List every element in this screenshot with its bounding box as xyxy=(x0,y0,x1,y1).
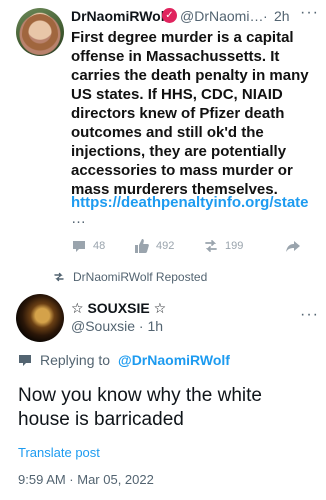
post-time[interactable]: 2h xyxy=(274,8,290,24)
reply-text: Now you know why the white house is barr… xyxy=(18,385,262,430)
repost-icon xyxy=(205,240,217,252)
reposted-by-label: DrNaomiRWolf Reposted xyxy=(73,270,208,284)
thumbs-up-icon xyxy=(135,239,149,253)
reply-count: 48 xyxy=(93,240,106,252)
repost-count: 199 xyxy=(225,240,244,252)
truncation-ellipsis: … xyxy=(71,210,86,227)
reposted-by-line[interactable]: DrNaomiRWolf Reposted xyxy=(53,270,207,284)
repost-button[interactable]: 199 xyxy=(203,238,243,254)
reply-author-handle[interactable]: @Souxsie · 1h xyxy=(71,318,163,334)
separator-dot: · xyxy=(263,8,268,24)
reply-icon xyxy=(19,355,31,366)
replying-to-line: Replying to @DrNaomiRWolf xyxy=(18,352,230,368)
author-handle[interactable]: @DrNaomi… xyxy=(180,8,263,24)
more-options-icon[interactable]: ··· xyxy=(300,4,319,22)
like-count: 492 xyxy=(156,240,175,252)
share-button[interactable] xyxy=(285,238,301,254)
translate-post-link[interactable]: Translate post xyxy=(18,445,100,460)
like-button[interactable]: 492 xyxy=(134,238,174,254)
verified-badge-icon: ✓ xyxy=(162,8,177,23)
author-avatar[interactable] xyxy=(16,8,64,56)
reply-icon xyxy=(73,241,85,252)
reply-author-name[interactable]: ☆ SOUXSIE ☆ xyxy=(71,300,166,317)
share-arrow-icon xyxy=(286,241,300,252)
reply-button[interactable]: 48 xyxy=(71,238,105,254)
replying-to-mention[interactable]: @DrNaomiRWolf xyxy=(118,352,230,368)
replying-to-label: Replying to xyxy=(40,352,111,368)
reply-author-avatar[interactable] xyxy=(16,294,64,342)
author-name[interactable]: DrNaomiRWolf xyxy=(71,8,169,24)
tweet-link[interactable]: https://deathpenaltyinfo.org/state xyxy=(71,194,309,211)
action-bar: 48 492 199 xyxy=(71,238,311,256)
post-timestamp: 9:59 AM · Mar 05, 2022 xyxy=(18,472,154,487)
repost-icon xyxy=(54,272,64,282)
more-options-icon[interactable]: ··· xyxy=(300,306,319,324)
tweet-text: First degree murder is a capital offense… xyxy=(71,29,309,198)
